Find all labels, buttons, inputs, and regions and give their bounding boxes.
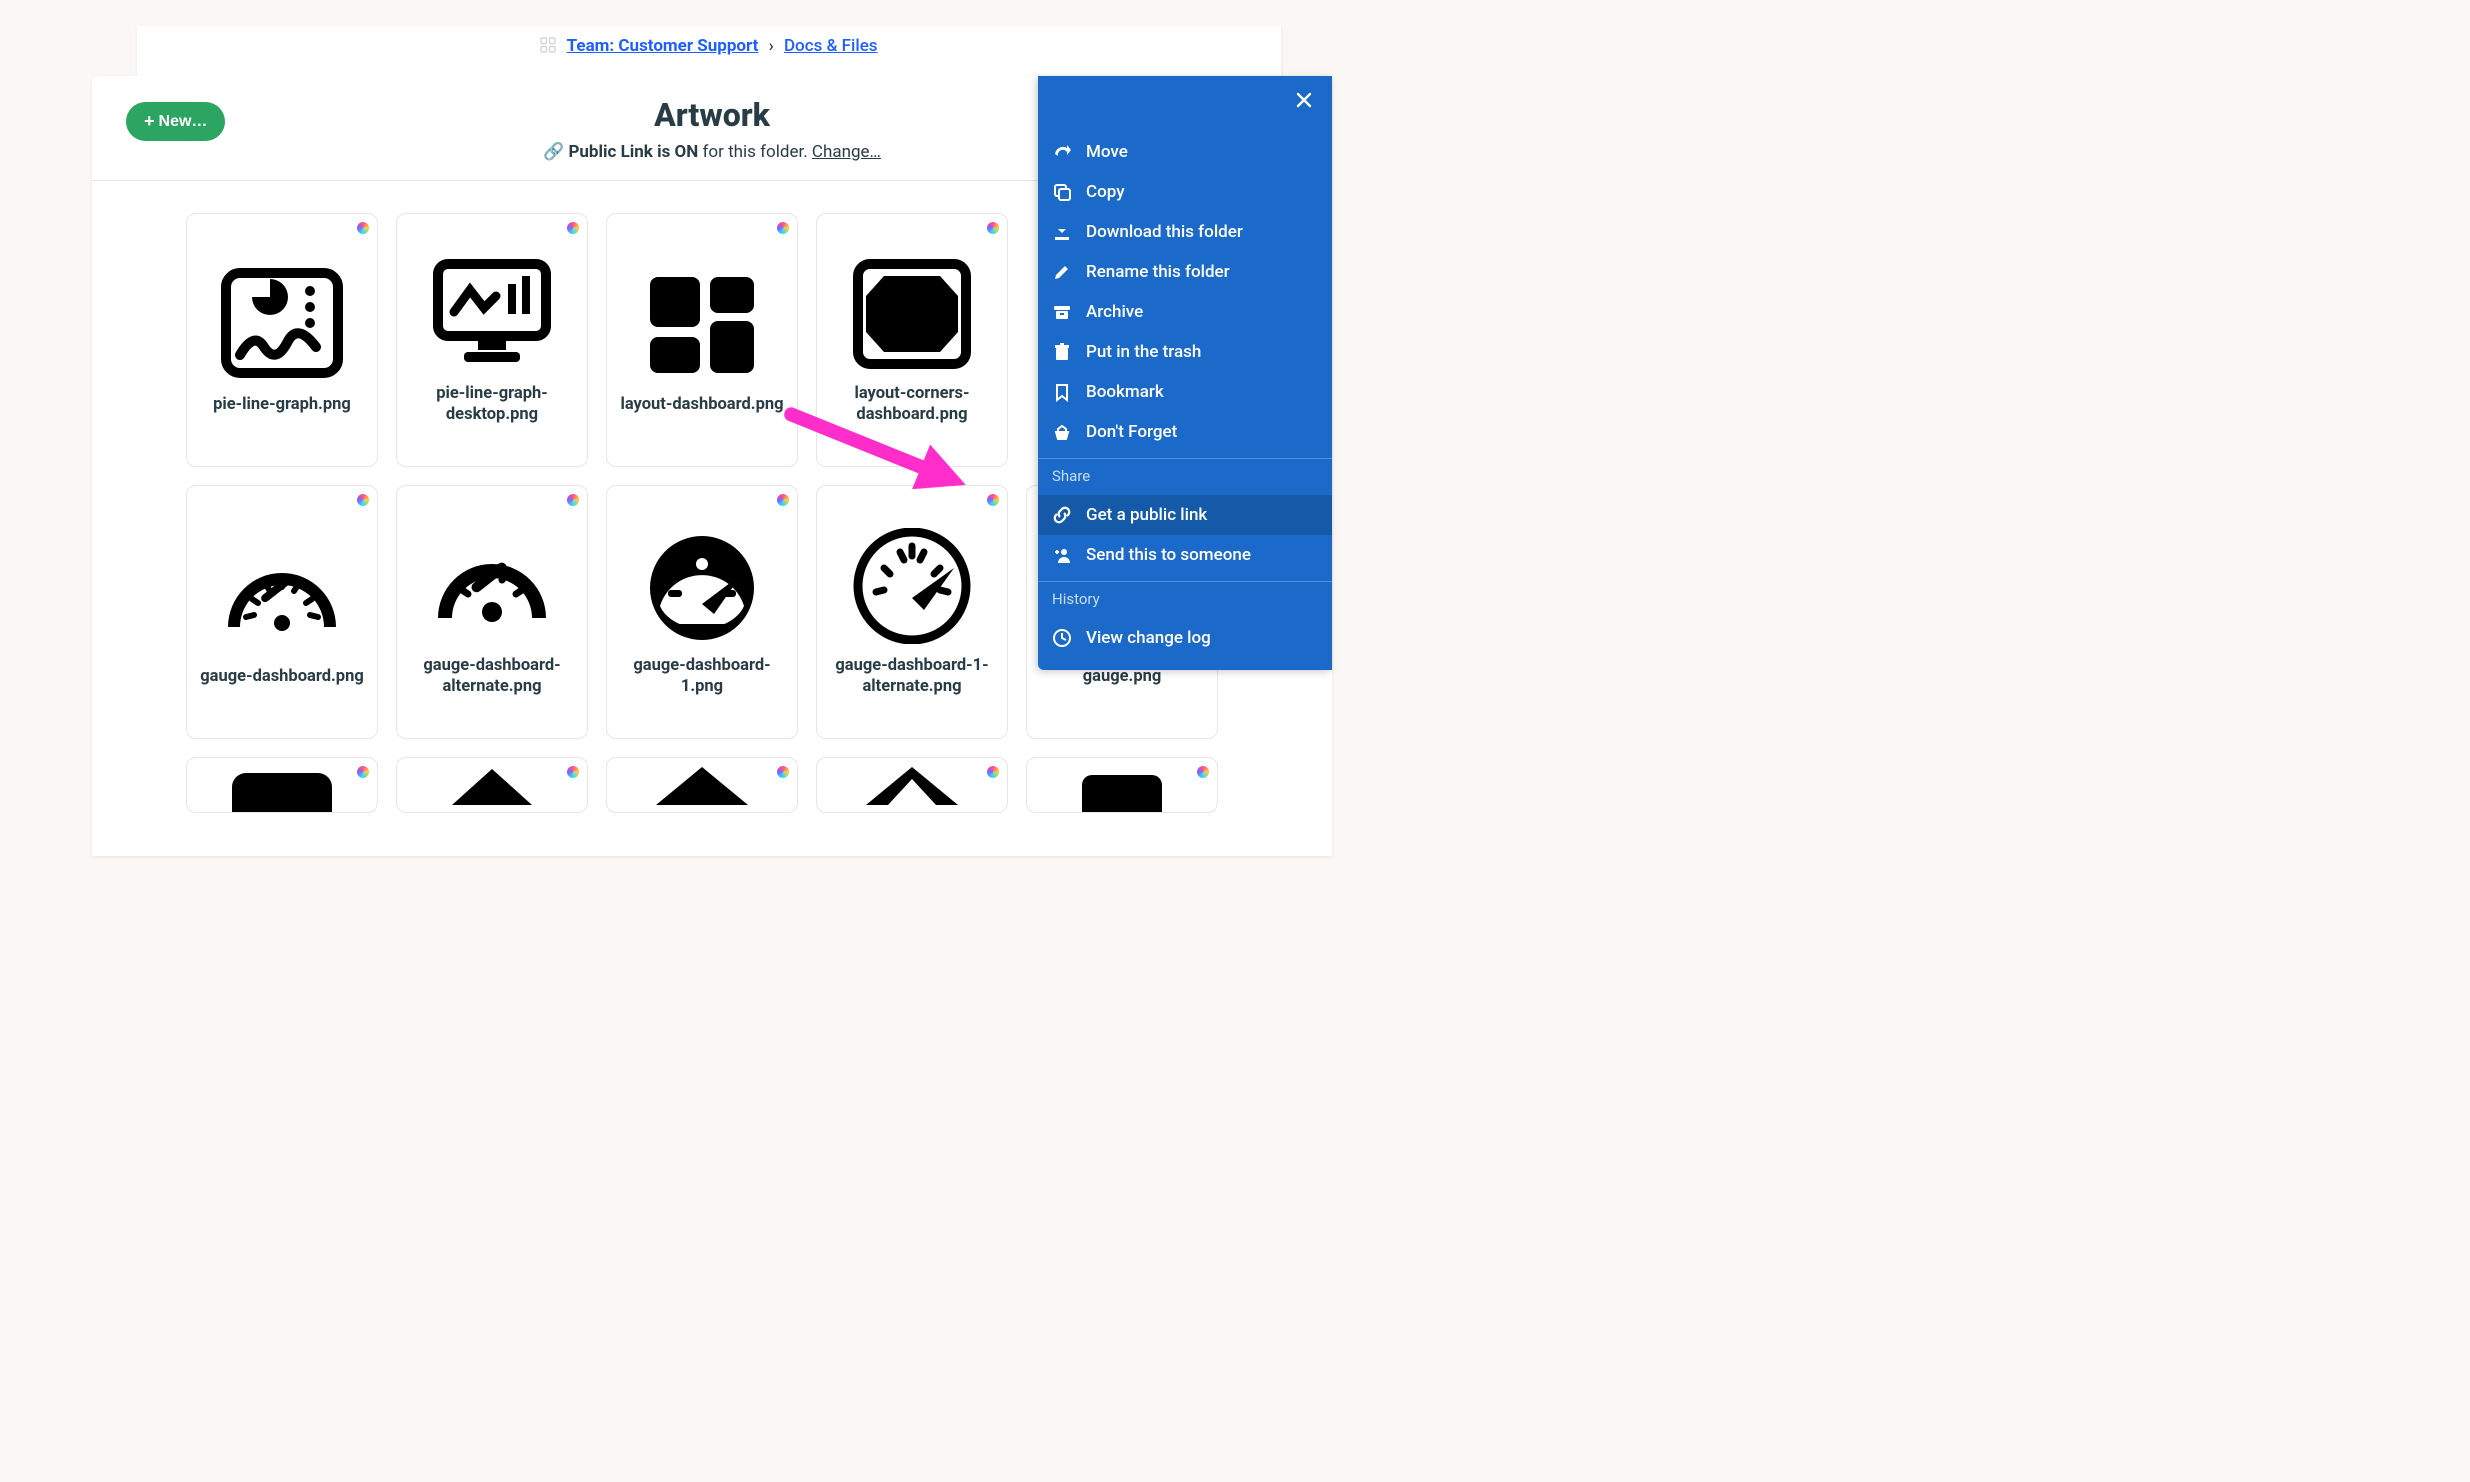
change-link[interactable]: Change… (812, 142, 881, 162)
file-name: layout-corners-dashboard.png (829, 384, 995, 425)
person-add-icon (1052, 545, 1072, 565)
color-badge-icon (357, 494, 369, 506)
menu-move[interactable]: Move (1038, 132, 1332, 172)
file-card[interactable] (186, 757, 378, 813)
file-card[interactable]: layout-corners-dashboard.png (816, 213, 1008, 467)
menu-label: Bookmark (1086, 382, 1164, 402)
file-card[interactable]: pie-line-graph.png (186, 213, 378, 467)
parent-card: Team: Customer Support › Docs & Files (137, 26, 1281, 78)
grid-icon (540, 37, 556, 58)
menu-label: Rename this folder (1086, 262, 1230, 282)
clock-icon (1052, 628, 1072, 648)
file-name: pie-line-graph-desktop.png (409, 384, 575, 425)
breadcrumb-separator: › (763, 36, 780, 56)
plus-icon: + (144, 111, 155, 132)
bookmark-icon (1052, 382, 1072, 402)
menu-public-link[interactable]: Get a public link (1038, 495, 1332, 535)
file-thumb (846, 765, 978, 805)
color-badge-icon (357, 222, 369, 234)
pencil-icon (1052, 262, 1072, 282)
download-icon (1052, 222, 1072, 242)
menu-trash[interactable]: Put in the trash (1038, 332, 1332, 372)
menu-rename[interactable]: Rename this folder (1038, 252, 1332, 292)
public-link-rest: for this folder. (703, 142, 808, 162)
file-name: gauge-dashboard-1.png (619, 656, 785, 697)
color-badge-icon (777, 766, 789, 778)
color-badge-icon (777, 222, 789, 234)
link-icon: 🔗 (543, 142, 564, 162)
color-badge-icon (1197, 766, 1209, 778)
color-badge-icon (987, 494, 999, 506)
file-card[interactable]: gauge-dashboard-1-alternate.png (816, 485, 1008, 739)
context-menu: Move Copy Download this folder Rename th… (1038, 76, 1332, 670)
menu-changelog[interactable]: View change log (1038, 618, 1332, 658)
file-thumb (636, 765, 768, 805)
file-thumb (426, 256, 558, 372)
color-badge-icon (357, 766, 369, 778)
archive-icon (1052, 302, 1072, 322)
menu-label: Don't Forget (1086, 422, 1177, 442)
menu-archive[interactable]: Archive (1038, 292, 1332, 332)
file-thumb (846, 256, 978, 372)
breadcrumb-team[interactable]: Team: Customer Support (567, 36, 759, 56)
file-thumb (216, 539, 348, 655)
color-badge-icon (987, 222, 999, 234)
menu-label: Download this folder (1086, 222, 1243, 242)
folder-card: + New… Artwork 🔗 Public Link is ON for t… (92, 76, 1332, 856)
file-card[interactable] (606, 757, 798, 813)
file-card[interactable] (1026, 757, 1218, 813)
file-name: gauge-dashboard-1-alternate.png (829, 656, 995, 697)
menu-bookmark[interactable]: Bookmark (1038, 372, 1332, 412)
menu-label: Get a public link (1086, 505, 1207, 525)
file-thumb (1056, 765, 1188, 805)
file-card[interactable]: gauge-dashboard-1.png (606, 485, 798, 739)
menu-dont-forget[interactable]: Don't Forget (1038, 412, 1332, 452)
file-card[interactable]: layout-dashboard.png (606, 213, 798, 467)
menu-heading-share: Share (1038, 458, 1332, 495)
file-thumb (636, 528, 768, 644)
menu-label: Copy (1086, 182, 1125, 202)
move-icon (1052, 142, 1072, 162)
file-thumb (636, 267, 768, 383)
link-icon (1052, 505, 1072, 525)
color-badge-icon (987, 766, 999, 778)
file-thumb (216, 765, 348, 805)
file-name: gauge-dashboard-alternate.png (409, 656, 575, 697)
file-name: pie-line-graph.png (213, 395, 351, 416)
trash-icon (1052, 342, 1072, 362)
breadcrumb-section[interactable]: Docs & Files (784, 36, 878, 56)
menu-send[interactable]: Send this to someone (1038, 535, 1332, 575)
file-thumb (426, 528, 558, 644)
file-name: layout-dashboard.png (620, 395, 783, 416)
file-card[interactable]: gauge-dashboard-alternate.png (396, 485, 588, 739)
color-badge-icon (567, 222, 579, 234)
menu-label: View change log (1086, 628, 1211, 648)
file-card[interactable]: gauge-dashboard.png (186, 485, 378, 739)
copy-icon (1052, 182, 1072, 202)
file-thumb (216, 267, 348, 383)
new-button-label: New… (159, 113, 208, 131)
file-thumb (426, 765, 558, 805)
color-badge-icon (567, 766, 579, 778)
close-button[interactable] (1294, 90, 1314, 114)
reminder-icon (1052, 422, 1072, 442)
color-badge-icon (777, 494, 789, 506)
menu-label: Archive (1086, 302, 1143, 322)
file-name: gauge-dashboard.png (200, 667, 364, 688)
menu-label: Send this to someone (1086, 545, 1251, 565)
public-link-bold: Public Link is ON (568, 142, 698, 162)
new-button[interactable]: + New… (126, 102, 225, 141)
menu-label: Put in the trash (1086, 342, 1201, 362)
menu-label: Move (1086, 142, 1128, 162)
color-badge-icon (567, 494, 579, 506)
menu-copy[interactable]: Copy (1038, 172, 1332, 212)
file-thumb (846, 528, 978, 644)
menu-download[interactable]: Download this folder (1038, 212, 1332, 252)
menu-heading-history: History (1038, 581, 1332, 618)
file-card[interactable] (816, 757, 1008, 813)
file-card[interactable]: pie-line-graph-desktop.png (396, 213, 588, 467)
file-card[interactable] (396, 757, 588, 813)
